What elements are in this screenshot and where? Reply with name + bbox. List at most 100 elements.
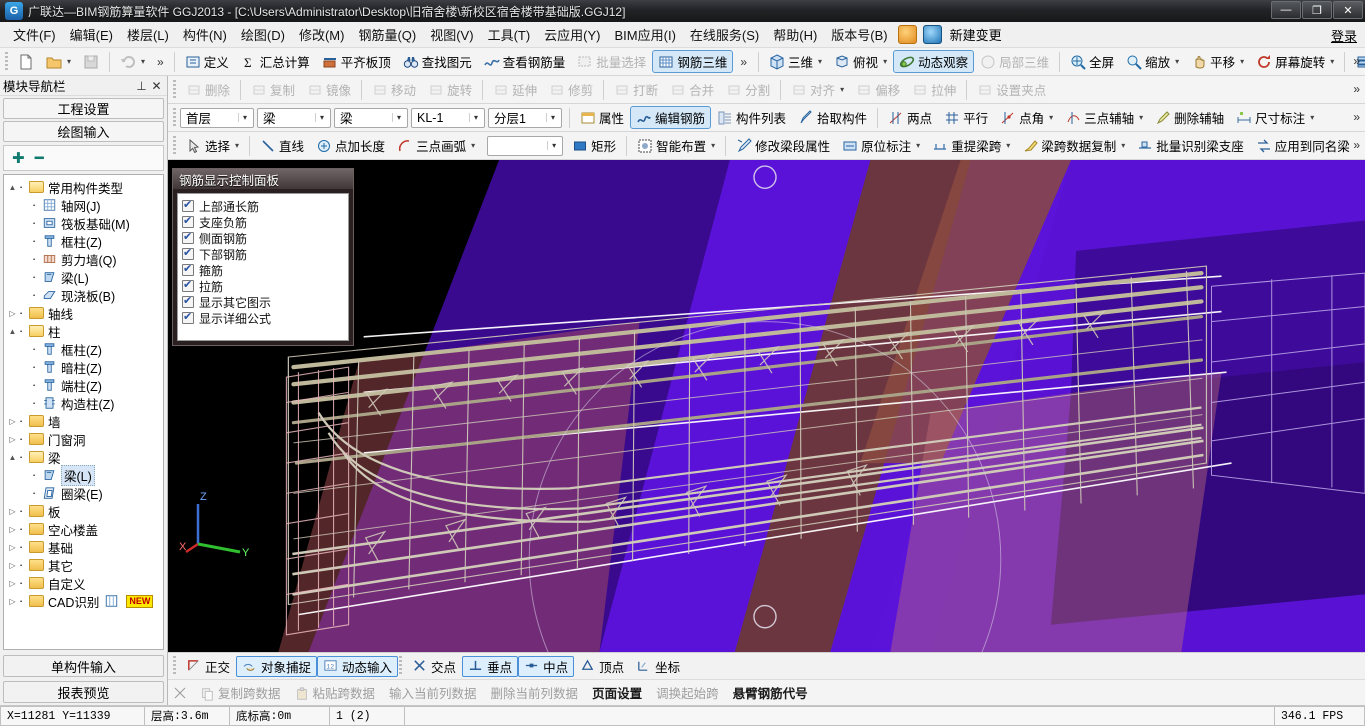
- move-button[interactable]: 移动: [366, 78, 422, 101]
- draw-mode-select[interactable]: ▾: [487, 135, 564, 156]
- delete-axis-button[interactable]: 删除辅轴: [1149, 106, 1230, 129]
- insitu-label-button[interactable]: 原位标注 ▾: [836, 134, 926, 157]
- copy-span-data-button[interactable]: 梁跨数据复制 ▾: [1016, 134, 1131, 157]
- tree-expander-icon[interactable]: ▷: [6, 417, 19, 426]
- parallel-axis-button[interactable]: 平行: [938, 106, 994, 129]
- tree-node-8[interactable]: ▲ · 柱: [6, 322, 163, 340]
- chevron-down-icon[interactable]: ▾: [1139, 113, 1143, 122]
- pan-button[interactable]: 平移 ▾: [1185, 50, 1250, 73]
- tree-node-5[interactable]: · 梁(L): [6, 268, 163, 286]
- apply-same-beam-button[interactable]: 应用到同名梁: [1250, 134, 1356, 157]
- menu-bim[interactable]: BIM应用(I): [608, 22, 683, 47]
- extend-button[interactable]: 延伸: [487, 78, 543, 101]
- merge-button[interactable]: 合并: [664, 78, 720, 101]
- rebar-checkbox-row[interactable]: 侧面钢筋: [182, 230, 348, 246]
- copy-button[interactable]: 复制: [245, 78, 301, 101]
- tree-expander-icon[interactable]: ▲: [6, 453, 19, 462]
- menu-tools[interactable]: 工具(T): [481, 22, 538, 47]
- menu-component[interactable]: 构件(N): [176, 22, 234, 47]
- tree-node-0[interactable]: ▲ · 常用构件类型: [6, 178, 163, 196]
- component-tree[interactable]: ▲ · 常用构件类型 · 轴网(J) · 筏板基础(M) · 框柱(Z) · 剪力墙(Q) · 梁(L)…: [3, 174, 164, 650]
- mirror-button[interactable]: 镜像: [301, 78, 357, 101]
- checkbox-icon[interactable]: [182, 198, 194, 212]
- tree-node-20[interactable]: ▷ · 基础: [6, 538, 163, 556]
- tree-node-15[interactable]: ▲ · 梁: [6, 448, 163, 466]
- rebar-display-control-panel[interactable]: 钢筋显示控制面板 上部通长筋支座负筋侧面钢筋下部钢筋箍筋拉筋显示其它图示显示详细…: [172, 168, 354, 346]
- screen-rotate-button[interactable]: 屏幕旋转 ▾: [1250, 50, 1340, 73]
- open-file-button[interactable]: ▾: [40, 50, 77, 73]
- two-point-axis-button[interactable]: 两点: [882, 106, 938, 129]
- toolbar-overflow-4[interactable]: »: [1353, 110, 1360, 124]
- tree-expander-icon[interactable]: ▷: [6, 309, 19, 318]
- align-button[interactable]: 对齐 ▾: [785, 78, 850, 101]
- new-change-button[interactable]: 新建变更: [945, 22, 1007, 47]
- tree-expander-icon[interactable]: ▷: [6, 579, 19, 588]
- menu-view[interactable]: 视图(V): [423, 22, 480, 47]
- chevron-down-icon[interactable]: ▾: [392, 113, 405, 122]
- rebar-checkbox-row[interactable]: 支座负筋: [182, 214, 348, 230]
- tree-node-18[interactable]: ▷ · 板: [6, 502, 163, 520]
- maximize-button[interactable]: ❐: [1302, 1, 1332, 19]
- snap-object-snap[interactable]: 对象捕捉: [236, 655, 318, 677]
- snap-ortho[interactable]: 正交: [180, 656, 236, 677]
- tree-node-9[interactable]: · 框柱(Z): [6, 340, 163, 358]
- checkbox-icon[interactable]: [182, 294, 194, 308]
- snap-vertex[interactable]: 顶点: [574, 656, 630, 677]
- checkbox-icon[interactable]: [182, 262, 194, 276]
- report-preview-button[interactable]: 报表预览: [3, 681, 164, 703]
- chevron-down-icon[interactable]: ▾: [1121, 141, 1125, 150]
- partial-3d-button[interactable]: 局部三维: [974, 50, 1055, 73]
- toolbar-grip[interactable]: [173, 135, 176, 156]
- delete-button[interactable]: 删除: [180, 78, 236, 101]
- line-tool-button[interactable]: 直线: [254, 134, 310, 157]
- chevron-down-icon[interactable]: ▾: [546, 113, 559, 122]
- toolbar-overflow-5[interactable]: »: [1353, 138, 1360, 152]
- toolbar-grip[interactable]: [399, 656, 403, 676]
- find-element-button[interactable]: 查找图元: [397, 50, 478, 73]
- menu-rebar-qty[interactable]: 钢筋量(Q): [351, 22, 423, 47]
- re-extract-span-button[interactable]: 重提梁跨 ▾: [926, 134, 1016, 157]
- chevron-down-icon[interactable]: ▾: [469, 113, 482, 122]
- save-file-button[interactable]: [77, 50, 105, 73]
- three-point-axis-button[interactable]: 三点辅轴 ▾: [1059, 106, 1149, 129]
- tree-expander-icon[interactable]: ▷: [6, 435, 19, 444]
- smart-layout-button[interactable]: 智能布置 ▾: [631, 134, 721, 157]
- page-setup-command[interactable]: 页面设置: [586, 681, 648, 704]
- sidebar-button-project-settings[interactable]: 工程设置: [3, 98, 164, 119]
- rebar-checkbox-row[interactable]: 显示其它图示: [182, 294, 348, 310]
- toolbar-grip[interactable]: [173, 107, 176, 128]
- checkbox-icon[interactable]: [182, 230, 194, 244]
- component-select[interactable]: KL-1 ▾: [411, 107, 485, 128]
- menu-file[interactable]: 文件(F): [6, 22, 63, 47]
- tree-node-14[interactable]: ▷ · 门窗洞: [6, 430, 163, 448]
- trim-button[interactable]: 修剪: [543, 78, 599, 101]
- tree-expander-icon[interactable]: ▷: [6, 543, 19, 552]
- batch-identify-support-button[interactable]: 批量识别梁支座: [1131, 134, 1250, 157]
- tree-node-23[interactable]: ▷ · CAD识别 NEW: [6, 592, 163, 610]
- single-component-input-button[interactable]: 单构件输入: [3, 655, 164, 677]
- tree-node-17[interactable]: · 圈梁(E): [6, 484, 163, 502]
- minimize-button[interactable]: —: [1271, 1, 1301, 19]
- dimension-button[interactable]: 尺寸标注 ▾: [1230, 106, 1320, 129]
- tree-expander-icon[interactable]: ▷: [6, 597, 19, 606]
- category-select[interactable]: 梁 ▾: [257, 107, 331, 128]
- floor-select[interactable]: 首层 ▾: [180, 107, 254, 128]
- menu-draw[interactable]: 绘图(D): [234, 22, 292, 47]
- snap-intersection[interactable]: 交点: [406, 656, 462, 677]
- type-select[interactable]: 梁 ▾: [334, 107, 408, 128]
- dynamic-observe-button[interactable]: 动态观察: [893, 50, 975, 73]
- stretch-button[interactable]: 拉伸: [906, 78, 962, 101]
- paste-span-data-command[interactable]: 粘贴跨数据: [289, 681, 382, 705]
- tree-node-10[interactable]: · 暗柱(Z): [6, 358, 163, 376]
- copy-span-data-command[interactable]: 复制跨数据: [194, 681, 287, 705]
- rebar-checkbox-row[interactable]: 上部通长筋: [182, 198, 348, 214]
- component-list-button[interactable]: 构件列表: [711, 106, 792, 129]
- rebar-checkbox-row[interactable]: 拉筋: [182, 278, 348, 294]
- toolbar-overflow-3[interactable]: »: [1353, 54, 1360, 68]
- edit-rebar-button[interactable]: 编辑钢筋: [630, 106, 712, 129]
- chevron-down-icon[interactable]: ▾: [235, 141, 239, 150]
- point-plus-length-button[interactable]: 点加长度: [310, 134, 391, 157]
- define-button[interactable]: 定义: [179, 50, 235, 73]
- tree-expander-icon[interactable]: ▷: [6, 507, 19, 516]
- set-grip-button[interactable]: 设置夹点: [971, 78, 1052, 101]
